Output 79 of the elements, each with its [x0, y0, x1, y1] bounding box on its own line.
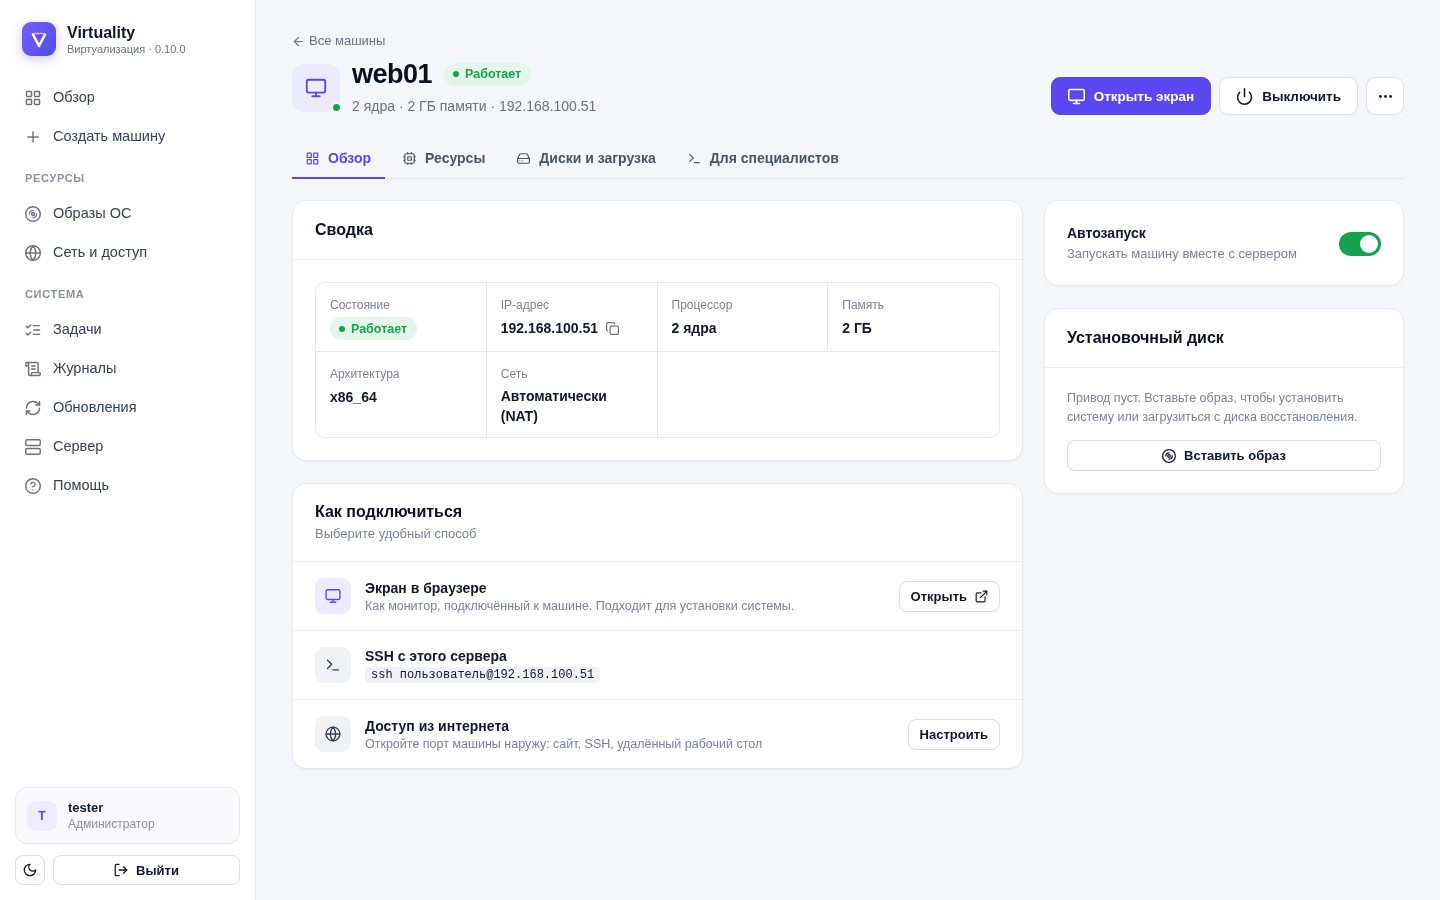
tab[interactable]: Диски и загрузка	[503, 138, 670, 179]
terminal-icon	[687, 151, 701, 165]
nav-item[interactable]: Обновления	[15, 388, 240, 427]
method-description: Откройте порт машины наружу: сайт, SSH, удалённый рабочий стол	[365, 735, 763, 752]
setting-description: Запускать машину вместе с сервером	[1067, 245, 1297, 263]
method-title: Доступ из интернета	[365, 716, 510, 735]
machine-summary: 2 ядра · 2 ГБ памяти · 192.168.100.51	[352, 97, 597, 115]
server-icon	[25, 438, 41, 455]
field-label: Память	[842, 297, 886, 313]
field-label: IP-адрес	[500, 297, 551, 313]
user-name: tester	[68, 799, 105, 816]
card-title: Как подключиться	[315, 502, 464, 522]
card-subtitle: Выберите удобный способ	[315, 525, 478, 543]
nav-item[interactable]: Образы ОС	[15, 194, 240, 233]
copy-icon[interactable]	[606, 321, 620, 335]
logout-button[interactable]: Выйти	[53, 855, 240, 885]
field-value: x86_64	[330, 388, 377, 407]
monitor-icon	[292, 63, 340, 112]
field-value: Автоматически (NAT)	[500, 387, 608, 426]
disc-icon	[25, 205, 41, 222]
field-value: 2 ГБ	[842, 319, 872, 338]
globe-icon	[25, 244, 41, 261]
section-heading: СИСТЕМА	[24, 287, 86, 302]
method-title: SSH с этого сервера	[365, 647, 507, 665]
machine-title: web01	[352, 60, 433, 88]
status-label: Работает	[351, 321, 408, 336]
nav-item[interactable]: Сервер	[15, 427, 240, 466]
nav-item[interactable]: Создать машину	[15, 117, 240, 156]
grid-icon	[25, 89, 41, 106]
back-link[interactable]: Все машины	[292, 32, 386, 50]
method-action-button[interactable]: Открыть	[898, 580, 1000, 612]
method-description: Как монитор, подключённый к машине. Подходит для установки системы.	[365, 597, 795, 614]
nav-item[interactable]: Обзор	[15, 78, 240, 117]
autostart-toggle[interactable]	[1339, 231, 1381, 256]
setting-title: Автозапуск	[1067, 224, 1147, 242]
field-value: 192.168.100.51	[500, 319, 599, 338]
drive-icon	[517, 151, 531, 165]
moon-icon	[23, 863, 37, 877]
insert-image-button[interactable]: Вставить образ	[1067, 440, 1381, 471]
nav-item[interactable]: Журналы	[15, 349, 240, 388]
method-action-button[interactable]: Настроить	[907, 718, 1000, 750]
tab[interactable]: Ресурсы	[389, 138, 500, 179]
nav-item[interactable]: Задачи	[15, 310, 240, 349]
user-role: Администратор	[68, 816, 155, 832]
refresh-icon	[25, 399, 41, 416]
card-title: Установочный диск	[1067, 328, 1225, 348]
chip-icon	[403, 151, 417, 165]
section-heading: РЕСУРСЫ	[24, 171, 86, 186]
user-avatar: T	[27, 800, 57, 831]
field-value: 2 ядра	[671, 319, 717, 338]
monitor-icon	[1067, 87, 1085, 105]
open-screen-button[interactable]: Открыть экран	[1050, 77, 1212, 115]
command-snippet: ssh пользователь@192.168.100.51	[365, 667, 601, 683]
shutdown-button[interactable]: Выключить	[1219, 77, 1358, 115]
status-label: Работает	[465, 67, 522, 81]
disc-icon	[1162, 448, 1177, 463]
field-label: Сеть	[500, 366, 529, 382]
field-label: Архитектура	[330, 366, 401, 382]
tab[interactable]: Обзор	[292, 138, 386, 179]
nav-item[interactable]: Сеть и доступ	[15, 233, 240, 272]
disc-description: Привод пуст. Вставьте образ, чтобы установить систему или загрузиться с диска восстановления.	[1067, 390, 1359, 426]
help-icon	[25, 477, 41, 494]
brand-subtitle: Виртуализация · 0.10.0	[67, 41, 186, 56]
theme-button[interactable]	[15, 855, 45, 885]
field-label: Процессор	[671, 297, 734, 313]
scroll-icon	[25, 360, 41, 377]
field-label: Состояние	[330, 297, 391, 313]
checklist-icon	[25, 321, 41, 338]
more-icon	[1378, 94, 1392, 98]
logo-icon	[22, 22, 56, 56]
power-icon	[1236, 87, 1254, 105]
tab[interactable]: Для специалистов	[673, 138, 853, 179]
card-title: Сводка	[315, 220, 374, 240]
grid-icon	[306, 151, 319, 165]
nav-item[interactable]: Помощь	[15, 466, 240, 505]
logout-icon	[114, 863, 129, 877]
plus-icon	[25, 128, 41, 145]
brand-name: Virtuality	[67, 22, 137, 42]
method-title: Экран в браузере	[365, 578, 487, 597]
